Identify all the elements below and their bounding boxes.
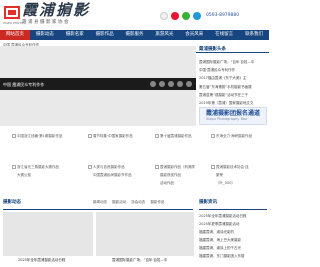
section-tabs: 新闻动态 摄影活动 协会动态 摄影作品	[93, 200, 164, 205]
divider	[3, 209, 193, 210]
image-placeholder-icon[interactable]	[88, 165, 92, 169]
nav-item-members[interactable]: 会员风采	[179, 30, 209, 40]
slider-dot[interactable]	[168, 81, 174, 87]
site-title[interactable]: 霞浦掮影	[22, 2, 90, 18]
image-placeholder-icon[interactable]	[12, 165, 16, 169]
grid-item-text[interactable]: 春节特集·中国家摄影作品	[93, 133, 133, 139]
grid-item-text[interactable]: 繁荣	[216, 172, 223, 178]
nav-item-home[interactable]: 网站首页	[0, 30, 30, 40]
section-title: 摄影资讯	[199, 200, 217, 205]
logo-en-text: XIAPU PHOTO	[3, 21, 24, 25]
divider	[199, 209, 267, 210]
list-item[interactable]: 福建霞浦，东门摄影团入东楼	[199, 252, 267, 260]
list-item[interactable]: 中国·霞浦民众专利作作	[199, 66, 267, 74]
site-subtitle: 霞浦县摄影家协会	[22, 20, 70, 25]
slider-dot[interactable]	[186, 81, 192, 87]
nav-item-contact[interactable]: 联系我们	[239, 30, 269, 40]
grid-item-text[interactable]: 摄影获奖作品	[160, 172, 181, 178]
tab-works[interactable]: 摄影作品	[150, 200, 164, 204]
tab-activity[interactable]: 摄影活动	[112, 200, 126, 204]
list-item[interactable]: 霞浦县第“观摄影”活动节在三千	[199, 91, 267, 99]
list-item[interactable]: 霞浦国际摄影广场，“百年·百姓—中	[199, 58, 267, 66]
slider-dot[interactable]	[150, 81, 156, 87]
nav-item-works[interactable]: 摄影作品	[90, 30, 120, 40]
tab-association[interactable]: 协会动态	[131, 200, 145, 204]
banner-caption[interactable]: 中国 霞浦民众专利作作	[3, 82, 44, 88]
list-item[interactable]: 福建霞浦，海上巴大美摄影	[199, 236, 267, 244]
slider-dot[interactable]	[177, 81, 183, 87]
promo-title[interactable]: 霞浦摄影团报名通道	[206, 108, 260, 117]
list-item[interactable]: 2017福由霞浦《东宁大美》主	[199, 74, 267, 82]
slider-dot[interactable]	[159, 81, 165, 87]
grid-item-text[interactable]: 中国霞浦民间摄影节作品	[93, 172, 132, 178]
section-title: 摄影动态	[3, 200, 21, 205]
grid-item-text[interactable]: 霞浦摄影技术协会·连	[216, 164, 249, 170]
promo-subtitle: Xiapu Photography Tour	[206, 117, 248, 121]
list-item[interactable]: 2019年第（霞浦）国家摄影地文文	[199, 99, 267, 107]
tab-news[interactable]: 新闻动态	[93, 200, 107, 204]
image-placeholder-icon[interactable]	[155, 165, 159, 169]
photo-caption[interactable]: 霞浦国际摄影广场，“百年·百姓—中	[112, 258, 167, 263]
weibo-icon[interactable]	[171, 12, 179, 20]
side-news-title: 霞浦摄影头条	[199, 47, 226, 52]
list-item[interactable]: 2025年夏季霞浦摄影活动	[199, 220, 267, 228]
contact-phone: 0593-8979880	[206, 13, 240, 18]
nav-item-services[interactable]: 摄影服务	[120, 30, 150, 40]
nav-item-travel[interactable]: 旅游风光	[149, 30, 179, 40]
news-photo[interactable]	[3, 212, 93, 256]
image-placeholder-icon[interactable]	[88, 134, 92, 138]
grid-item-text[interactable]: 大赛公费	[17, 172, 31, 178]
banner-pagination	[150, 81, 192, 87]
mail-icon[interactable]	[193, 12, 201, 20]
list-item[interactable]: 福建霞浦，滩涂光影的	[199, 228, 267, 236]
news-photo[interactable]	[96, 212, 194, 256]
grid-item-text[interactable]: 人类与自然摄影作品	[93, 164, 125, 170]
grid-item-text[interactable]: （叶_500）	[216, 180, 235, 186]
list-item[interactable]: 福建霞浦，滩涂上的千古光	[199, 244, 267, 252]
main-navigation: 网站首页 摄影动态 摄影名家 摄影作品 摄影服务 旅游风光 会员风采 在线留言 …	[0, 30, 269, 40]
grid-item-text[interactable]: 活动作品	[160, 180, 174, 186]
grid-item-text[interactable]: 第十届霞浦摄影作品	[160, 133, 192, 139]
grid-item-text[interactable]: 霞浦摄影作品（科美陈	[160, 164, 195, 170]
qq-icon[interactable]	[160, 12, 168, 20]
grid-item-text[interactable]: 中国浙江钱塘·第1期摄影作品	[17, 133, 62, 139]
wechat-icon[interactable]	[182, 12, 190, 20]
news-list: 2025年全年霞浦摄影活动日程 2025年夏季霞浦摄影活动 福建霞浦，滩涂光影的…	[199, 212, 267, 260]
site-header: 霞浦掮影 XIAPU PHOTO 霞浦县摄影家协会 0593-8979880	[0, 0, 269, 30]
grid-item-text[interactable]: 东海全力·海峡摄影作品	[216, 133, 252, 139]
side-news-list: 霞浦国际摄影广场，“百年·百姓—中 中国·霞浦民众专利作作 2017福由霞浦《东…	[199, 58, 267, 107]
list-item[interactable]: 第五届“东海第韵”手机摄影书画展	[199, 83, 267, 91]
image-placeholder-icon[interactable]	[155, 134, 159, 138]
list-item[interactable]: 2025年全年霞浦摄影活动日程	[199, 212, 267, 220]
nav-item-masters[interactable]: 摄影名家	[60, 30, 90, 40]
image-placeholder-icon[interactable]	[211, 165, 215, 169]
image-placeholder-icon[interactable]	[211, 134, 215, 138]
nav-item-message[interactable]: 在线留言	[209, 30, 239, 40]
grid-item-text[interactable]: 浙江省长三角摄影大赛作品	[17, 164, 59, 170]
image-placeholder-icon[interactable]	[12, 134, 16, 138]
nav-item-news[interactable]: 摄影动态	[30, 30, 60, 40]
photo-caption[interactable]: 2025年全年霞浦摄影活动日程	[18, 258, 65, 263]
